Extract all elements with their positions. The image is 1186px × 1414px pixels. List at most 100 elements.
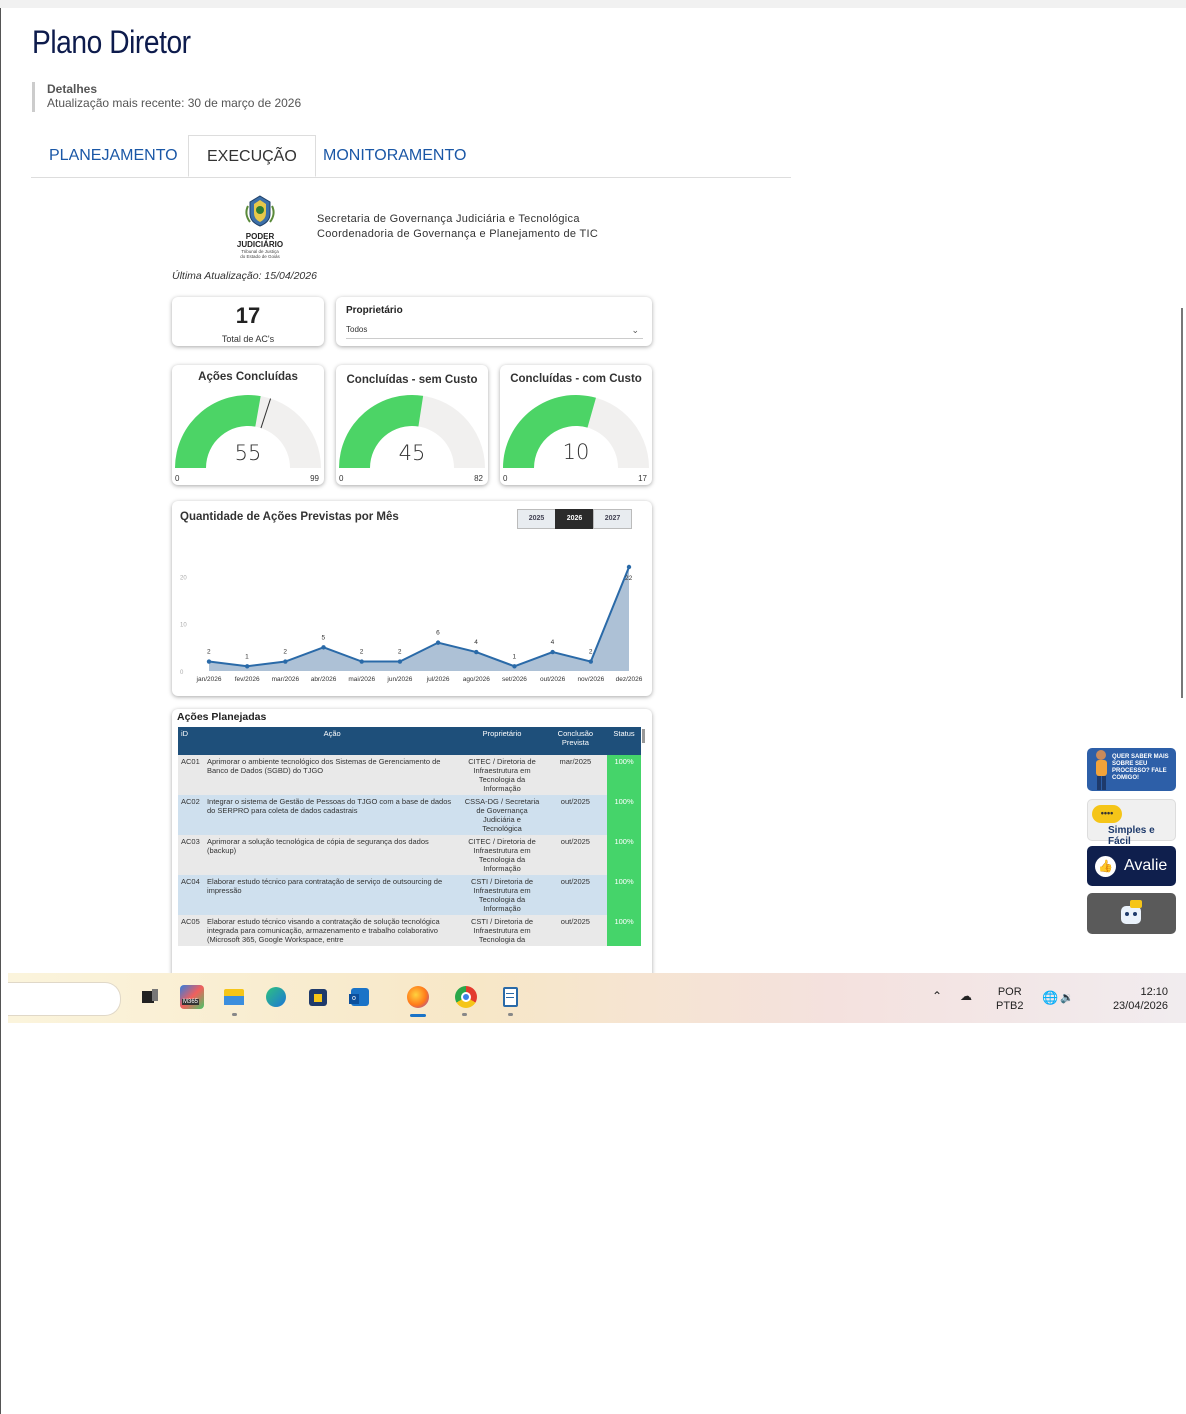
cell-acao: Elaborar estudo técnico para contratação… bbox=[203, 875, 461, 915]
taskbar-search-box[interactable] bbox=[8, 982, 121, 1016]
network-icon[interactable]: 🌐 bbox=[1042, 991, 1058, 1005]
thumbs-up-icon: 👍 bbox=[1095, 856, 1116, 877]
cell-id: AC04 bbox=[178, 875, 204, 915]
running-indicator bbox=[508, 1013, 513, 1016]
clock[interactable]: 12:10 23/04/2026 bbox=[1098, 985, 1168, 1013]
tab-monitoramento[interactable]: MONITORAMENTO bbox=[305, 135, 484, 177]
owner-slicer: Proprietário Todos ⌄ bbox=[336, 297, 652, 346]
data-point bbox=[588, 659, 594, 664]
keyboard-layout: PTB2 bbox=[996, 1000, 1024, 1012]
tab-execucao[interactable]: EXECUÇÃO bbox=[188, 135, 316, 177]
notepad-icon[interactable] bbox=[498, 985, 522, 1009]
chatbot-button[interactable] bbox=[1087, 893, 1176, 934]
cell-conclusao: out/2025 bbox=[543, 915, 608, 946]
data-label: 22 bbox=[625, 575, 633, 582]
data-label: 2 bbox=[589, 649, 593, 656]
table-row[interactable]: AC05 Elaborar estudo técnico visando a co… bbox=[178, 915, 641, 946]
tab-planejamento[interactable]: PLANEJAMENTO bbox=[31, 135, 196, 177]
cell-proprietario: CSSA-DG / Secretaria de Governança Judic… bbox=[460, 795, 544, 835]
data-label: 1 bbox=[245, 653, 249, 660]
gauge-card-concluidas: Ações Concluídas 55 0 99 bbox=[172, 365, 324, 485]
running-indicator bbox=[232, 1013, 237, 1016]
gauge-max: 82 bbox=[474, 474, 483, 483]
col-header-id[interactable]: iD bbox=[178, 727, 204, 755]
gauge-min: 0 bbox=[175, 474, 180, 483]
firefox-icon[interactable] bbox=[406, 985, 430, 1009]
x-tick-label: jul/2026 bbox=[426, 676, 450, 683]
windows-taskbar: M365 o ⌃ ☁ POR PTB2 🌐 🔉 12:10 23/04/2026 bbox=[8, 973, 1186, 1023]
store-icon[interactable] bbox=[306, 985, 330, 1009]
language-indicator[interactable]: POR PTB2 bbox=[996, 985, 1024, 1013]
chevron-down-icon: ⌄ bbox=[631, 325, 639, 335]
cell-conclusao: mar/2025 bbox=[543, 755, 608, 795]
gauge-card-sem-custo: Concluídas - sem Custo 45 0 82 bbox=[336, 365, 488, 485]
owner-dropdown-value: Todos bbox=[346, 325, 368, 334]
gauge-card-com-custo: Concluídas - com Custo 10 0 17 bbox=[500, 365, 652, 485]
cloud-off-icon[interactable]: ☁ bbox=[960, 989, 972, 1003]
table-row[interactable]: AC01 Aprimorar o ambiente tecnológico dos… bbox=[178, 755, 641, 795]
table-scrollbar[interactable] bbox=[642, 729, 645, 743]
cell-status: 100% bbox=[607, 875, 641, 915]
chevron-up-icon[interactable]: ⌃ bbox=[932, 989, 942, 1003]
table-row[interactable]: AC04 Elaborar estudo técnico para contrat… bbox=[178, 875, 641, 915]
col-header-proprietario[interactable]: Proprietário bbox=[460, 727, 544, 755]
org-line-1: Secretaria de Governança Judiciária e Te… bbox=[317, 213, 580, 225]
table-row[interactable]: AC03 Aprimorar a solução tecnológica de c… bbox=[178, 835, 641, 875]
avalie-label: Avalie bbox=[1124, 857, 1168, 874]
table-header-row: iD Ação Proprietário Conclusão Prevista … bbox=[178, 727, 641, 755]
simples-e-facil-button[interactable]: •••• Simples e Fácil bbox=[1087, 799, 1176, 847]
cell-acao: Elaborar estudo técnico visando a contra… bbox=[203, 915, 461, 946]
logo-text-4: do Estado de Goiás bbox=[240, 254, 280, 259]
x-tick-label: jun/2026 bbox=[386, 676, 412, 683]
avalie-button[interactable]: 👍 Avalie bbox=[1087, 846, 1176, 886]
cell-proprietario: CSTI / Diretoria de Infraestrutura em Te… bbox=[460, 915, 544, 946]
data-point bbox=[512, 664, 517, 669]
data-label: 4 bbox=[474, 639, 478, 646]
x-tick-label: abr/2026 bbox=[311, 676, 337, 683]
table-row[interactable]: AC02 Integrar o sistema de Gestão de Pess… bbox=[178, 795, 641, 835]
file-explorer-icon[interactable] bbox=[222, 985, 246, 1009]
m365-icon[interactable]: M365 bbox=[180, 985, 204, 1009]
line-chart: 0 10 20 2 jan/2026 1 fev/2026 2 mar/2026 5 abr/202… bbox=[180, 564, 643, 683]
tab-bar: PLANEJAMENTO EXECUÇÃO MONITORAMENTO bbox=[31, 135, 791, 178]
slicer-title: Proprietário bbox=[346, 305, 403, 316]
active-indicator bbox=[410, 1014, 426, 1017]
col-header-status[interactable]: Status bbox=[607, 727, 641, 755]
table-title: Ações Planejadas bbox=[177, 711, 267, 723]
owner-dropdown[interactable]: Todos ⌄ bbox=[346, 322, 643, 339]
volume-icon[interactable]: 🔉 bbox=[1060, 991, 1074, 1005]
cell-conclusao: out/2025 bbox=[543, 835, 608, 875]
data-label: 1 bbox=[512, 653, 516, 660]
gauge-value: 45 bbox=[398, 441, 426, 465]
cell-acao: Integrar o sistema de Gestão de Pessoas … bbox=[203, 795, 461, 835]
edge-icon[interactable] bbox=[264, 985, 288, 1009]
task-view-icon[interactable] bbox=[138, 985, 162, 1009]
clock-time: 12:10 bbox=[1140, 986, 1168, 998]
data-point bbox=[321, 645, 326, 650]
outlook-icon[interactable]: o bbox=[348, 985, 372, 1009]
data-point bbox=[283, 659, 288, 664]
data-label: 2 bbox=[360, 649, 364, 656]
gauge-chart bbox=[339, 395, 485, 468]
cell-conclusao: out/2025 bbox=[543, 795, 608, 835]
monthly-chart-card: Quantidade de Ações Previstas por Mês 20… bbox=[172, 501, 652, 696]
chrome-icon[interactable] bbox=[454, 985, 478, 1009]
col-header-acao[interactable]: Ação bbox=[203, 727, 461, 755]
page-scrollbar[interactable] bbox=[1181, 308, 1183, 698]
tjgo-logo: PODER JUDICIÁRIO Tribunal de Justiça do … bbox=[232, 194, 288, 264]
kpi-card: 17 Total de AC's bbox=[172, 297, 324, 346]
promo-banner[interactable]: QUER SABER MAIS SOBRE SEU PROCESSO? FALE… bbox=[1087, 748, 1176, 791]
cell-acao: Aprimorar o ambiente tecnológico dos Sis… bbox=[203, 755, 461, 795]
robot-icon bbox=[1121, 900, 1142, 924]
data-label: 4 bbox=[551, 639, 555, 646]
x-tick-label: mar/2026 bbox=[272, 676, 300, 683]
cell-status: 100% bbox=[607, 755, 641, 795]
data-point bbox=[206, 659, 212, 664]
last-update-text: Última Atualização: 15/04/2026 bbox=[172, 270, 317, 282]
gauge-min: 0 bbox=[503, 474, 508, 483]
cell-id: AC05 bbox=[178, 915, 204, 946]
gauge-chart bbox=[503, 394, 649, 468]
running-indicator bbox=[462, 1013, 467, 1016]
data-point bbox=[550, 649, 555, 655]
col-header-conclusao[interactable]: Conclusão Prevista bbox=[543, 727, 608, 755]
